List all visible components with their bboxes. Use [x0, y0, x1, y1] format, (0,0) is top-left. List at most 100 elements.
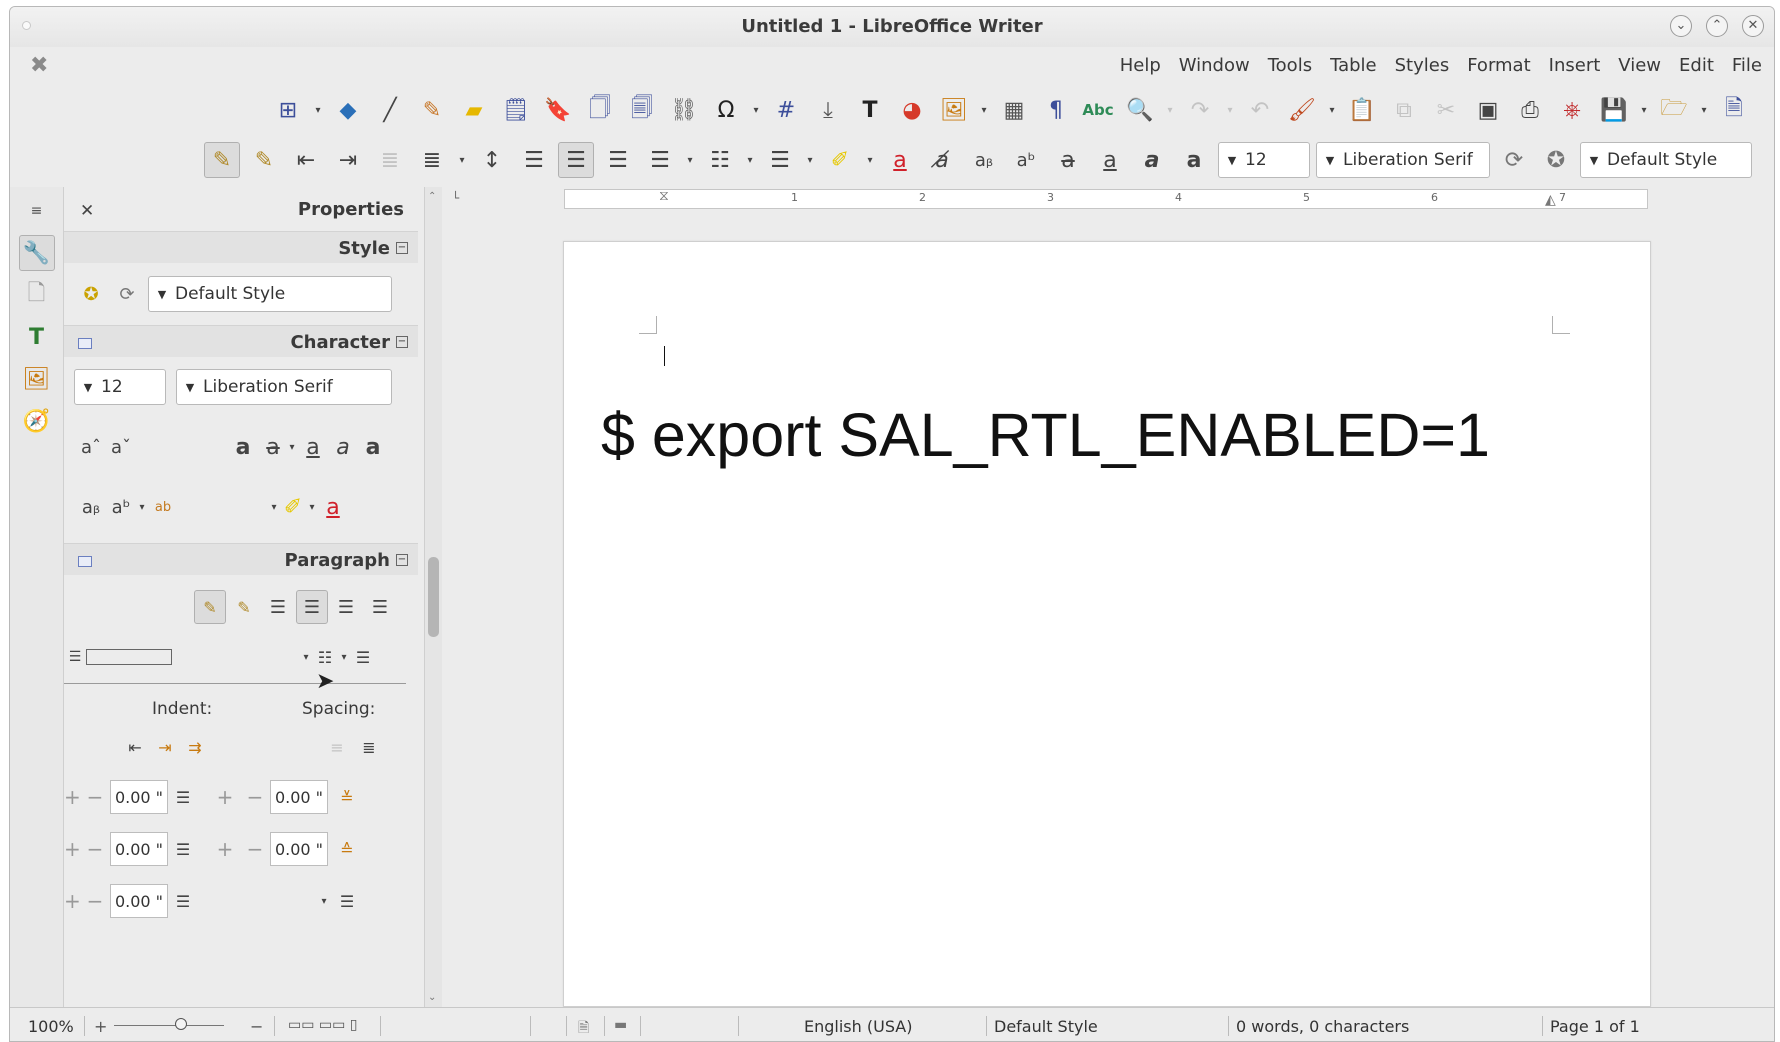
special-character-icon[interactable]: Ω: [708, 92, 744, 128]
decrement-icon[interactable]: −: [80, 889, 110, 913]
save-dropdown-icon[interactable]: ▾: [1638, 92, 1650, 128]
highlight-dropdown-icon[interactable]: ▾: [306, 489, 318, 525]
new-style-icon[interactable]: ✪: [1538, 142, 1574, 178]
indent-before-field[interactable]: 0.00 ": [110, 780, 168, 814]
decrement-icon[interactable]: −: [240, 785, 270, 809]
insert-field-icon[interactable]: #: [768, 92, 804, 128]
clear-formatting-icon[interactable]: a̸: [924, 142, 960, 178]
background-color-icon[interactable]: ☰: [64, 639, 86, 675]
menu-window[interactable]: Window: [1179, 55, 1250, 76]
increment-icon[interactable]: +: [210, 837, 240, 861]
paragraph-spacing-disabled-icon[interactable]: ≣: [372, 142, 408, 178]
open-dropdown-icon[interactable]: ▾: [1698, 92, 1710, 128]
tab-stop-icon[interactable]: └: [452, 191, 459, 205]
collapse-icon[interactable]: −: [396, 336, 408, 348]
align-left-icon[interactable]: ☰: [262, 589, 294, 625]
menu-help[interactable]: Help: [1120, 55, 1161, 76]
document-text[interactable]: $ export SAL_RTL_ENABLED=1: [601, 400, 1490, 470]
menu-view[interactable]: View: [1618, 55, 1661, 76]
zoom-in-icon[interactable]: +: [94, 1017, 107, 1036]
unordered-list-icon[interactable]: ☰: [350, 639, 376, 675]
sidebar-settings-icon[interactable]: ≡: [19, 193, 55, 229]
menu-file[interactable]: File: [1732, 55, 1762, 76]
unordered-list-icon[interactable]: ☰: [762, 142, 798, 178]
justify-icon[interactable]: ☰: [364, 589, 396, 625]
spacing-below-field[interactable]: 0.00 ": [270, 832, 328, 866]
highlight-dropdown-icon[interactable]: ▾: [864, 142, 876, 178]
hanging-indent-icon[interactable]: ⇉: [180, 729, 210, 765]
menu-edit[interactable]: Edit: [1679, 55, 1714, 76]
strike-dropdown-icon[interactable]: ▾: [286, 429, 298, 465]
update-style-icon[interactable]: ⟳: [112, 276, 142, 312]
character-section-header[interactable]: Character −: [64, 325, 418, 357]
image-dropdown-icon[interactable]: ▾: [978, 92, 990, 128]
shrink-font-icon[interactable]: aˇ: [106, 429, 136, 465]
line-spacing-icon[interactable]: ☰: [334, 883, 360, 919]
chevron-down-icon[interactable]: ▼: [149, 288, 175, 301]
maximize-button[interactable]: ⌃: [1706, 15, 1728, 37]
minimize-button[interactable]: ⌄: [1670, 15, 1692, 37]
background-color-swatch[interactable]: [86, 649, 172, 665]
paste-icon[interactable]: 📋: [1344, 92, 1380, 128]
insert-table-icon[interactable]: ▦: [996, 92, 1032, 128]
paragraph-spacing-icon[interactable]: ≣: [414, 142, 450, 178]
properties-wrench-icon[interactable]: 🔧: [18, 235, 55, 271]
align-center-icon[interactable]: ☰: [600, 142, 636, 178]
close-sidebar-icon[interactable]: ✕: [80, 201, 94, 221]
word-count-status[interactable]: 0 words, 0 characters: [1236, 1017, 1409, 1036]
outline-dropdown-icon[interactable]: ▾: [804, 142, 816, 178]
close-window-button[interactable]: ✕: [1742, 15, 1764, 37]
copy-icon[interactable]: ⧉: [1386, 92, 1422, 128]
line-spacing-icon[interactable]: ↕: [474, 142, 510, 178]
insert-footnote-icon[interactable]: 🗐: [624, 92, 660, 128]
zoom-level[interactable]: 100%: [28, 1017, 74, 1036]
formatting-marks-icon[interactable]: ¶: [1038, 92, 1074, 128]
menu-format[interactable]: Format: [1467, 55, 1530, 76]
strikethrough-icon[interactable]: a: [260, 429, 286, 465]
zoom-out-icon[interactable]: −: [250, 1017, 263, 1036]
decrement-icon[interactable]: −: [240, 837, 270, 861]
insert-endnote-icon[interactable]: 🗍: [582, 92, 618, 128]
highlighting-icon[interactable]: ✐: [822, 142, 858, 178]
align-dropdown-icon[interactable]: ▾: [684, 142, 696, 178]
increment-icon[interactable]: +: [64, 889, 81, 913]
decrease-indent-icon[interactable]: ⇤: [288, 142, 324, 178]
case-dropdown-icon[interactable]: ▾: [268, 489, 280, 525]
gallery-deck-icon[interactable]: 🖼: [19, 361, 55, 397]
strikethrough-icon[interactable]: a: [1050, 142, 1086, 178]
print-icon[interactable]: ⎙: [1512, 92, 1548, 128]
increase-indent-icon[interactable]: ⇥: [150, 729, 180, 765]
export-pdf-icon[interactable]: ⎈: [1554, 92, 1590, 128]
align-left-icon[interactable]: ☰: [642, 142, 678, 178]
layout-dropdown-icon[interactable]: ▾: [312, 92, 324, 128]
insert-cross-reference-icon[interactable]: 🗒: [498, 92, 534, 128]
sidebar-font-name-combo[interactable]: ▼ Liberation Serif: [176, 369, 392, 405]
subscript-icon[interactable]: aᵦ: [76, 489, 106, 525]
underline-icon[interactable]: a: [1092, 142, 1128, 178]
insert-line-icon[interactable]: ╱: [372, 92, 408, 128]
zoom-slider[interactable]: [114, 1025, 224, 1026]
align-right-icon[interactable]: ☰: [558, 142, 594, 178]
sidebar-font-size-combo[interactable]: ▼ 12: [74, 369, 166, 405]
close-document-icon[interactable]: ✖: [30, 53, 48, 78]
collapse-icon[interactable]: −: [396, 554, 408, 566]
sidebar-style-combo[interactable]: ▼ Default Style: [148, 276, 392, 312]
track-changes-icon[interactable]: ✎: [414, 92, 450, 128]
more-options-icon[interactable]: [78, 338, 92, 349]
justify-icon[interactable]: ☰: [516, 142, 552, 178]
page-deck-icon[interactable]: 🗋: [19, 277, 55, 313]
insert-textbox-icon[interactable]: T: [852, 92, 888, 128]
style-section-header[interactable]: Style −: [64, 231, 418, 263]
menu-table[interactable]: Table: [1330, 55, 1377, 76]
page-layout-icon[interactable]: ⊞: [270, 92, 306, 128]
superscript-icon[interactable]: aᵇ: [106, 489, 136, 525]
highlight-icon[interactable]: ✐: [280, 489, 306, 525]
decrement-icon[interactable]: −: [80, 837, 110, 861]
right-indent-marker-icon[interactable]: ◭: [1545, 192, 1556, 208]
right-to-left-icon[interactable]: ✎: [228, 589, 260, 625]
sidebar-scrollbar[interactable]: ⌃ ⌄: [424, 187, 442, 1007]
character-spacing-icon[interactable]: ab: [148, 489, 178, 525]
new-style-icon[interactable]: ✪: [76, 276, 106, 312]
paragraph-section-header[interactable]: Paragraph −: [64, 543, 418, 575]
special-char-dropdown-icon[interactable]: ▾: [750, 92, 762, 128]
